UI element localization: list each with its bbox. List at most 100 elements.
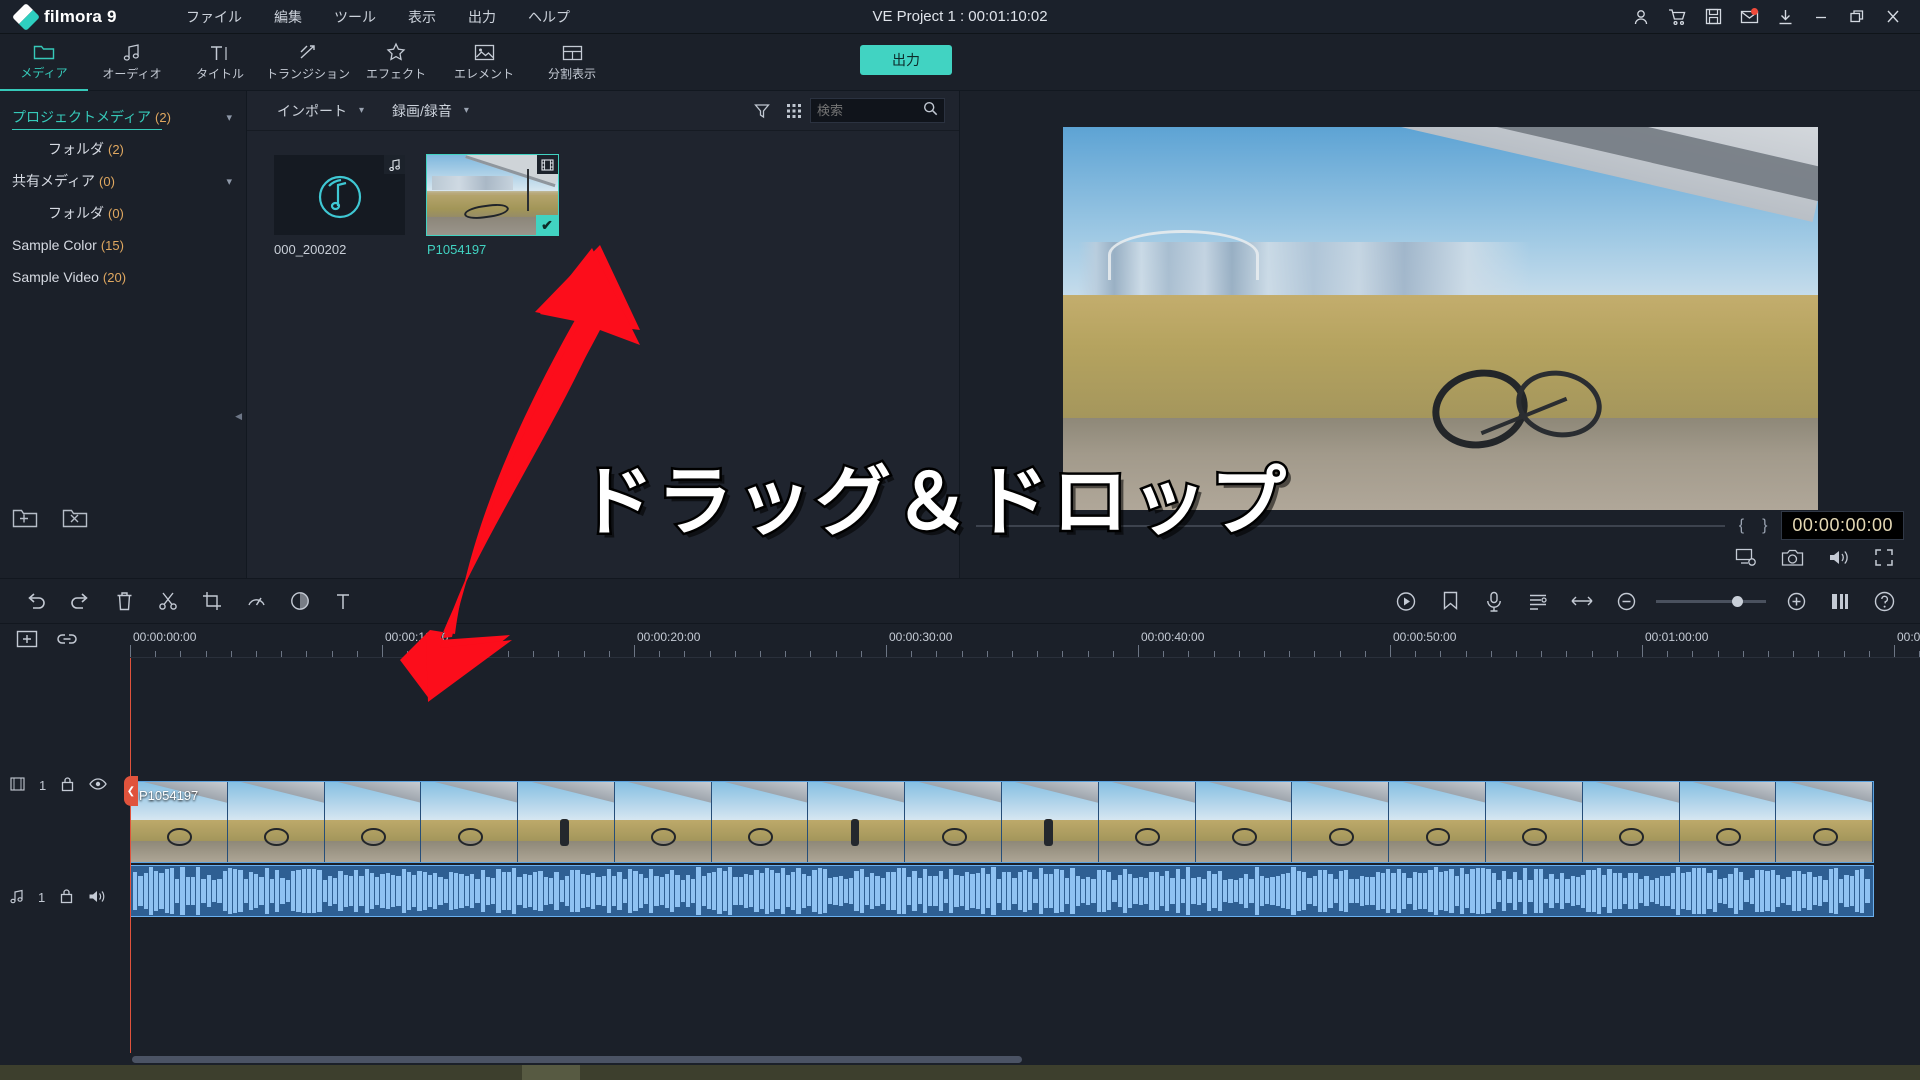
speed-icon[interactable]: [234, 578, 278, 624]
menu-view[interactable]: 表示: [392, 0, 452, 34]
chrome-icon[interactable]: [116, 1065, 174, 1080]
delete-icon[interactable]: [102, 578, 146, 624]
tab-transition[interactable]: トランジション: [264, 34, 352, 91]
sidebar-item-sample-video[interactable]: Sample Video (20): [0, 261, 246, 293]
display-settings-icon[interactable]: [1735, 547, 1757, 572]
file-explorer-icon[interactable]: [58, 1065, 116, 1080]
premiere-icon[interactable]: Pr: [290, 1065, 348, 1080]
undo-icon[interactable]: [14, 578, 58, 624]
sidebar-item-shared-media[interactable]: 共有メディア (0) ▾: [0, 165, 246, 197]
new-folder-icon[interactable]: [12, 507, 38, 534]
media-thumbnail[interactable]: [274, 155, 405, 235]
preview-video[interactable]: [1062, 127, 1818, 510]
preview-timecode[interactable]: 00:00:00:00: [1781, 511, 1904, 541]
zoom-out-icon[interactable]: [1604, 578, 1648, 624]
save-icon[interactable]: [1696, 0, 1730, 34]
split-scissors-icon[interactable]: [146, 578, 190, 624]
search-icon[interactable]: [923, 101, 938, 121]
snapshot-camera-icon[interactable]: [1781, 548, 1804, 572]
cart-icon[interactable]: [1660, 0, 1694, 34]
video-clip[interactable]: P1054197: [130, 781, 1874, 863]
zoom-in-icon[interactable]: [1774, 578, 1818, 624]
audio-clip[interactable]: [130, 865, 1874, 917]
chevron-down-icon[interactable]: ▾: [359, 105, 364, 116]
link-icon[interactable]: [56, 630, 78, 653]
crop-icon[interactable]: [190, 578, 234, 624]
timeline-scrollbar[interactable]: [0, 1053, 1920, 1065]
menu-export[interactable]: 出力: [452, 0, 512, 34]
audio-mixer-icon[interactable]: [1516, 578, 1560, 624]
steam-icon[interactable]: [464, 1065, 522, 1080]
zoom-slider-handle[interactable]: [1732, 595, 1743, 607]
sidebar-item-sample-color[interactable]: Sample Color (15): [0, 229, 246, 261]
filmora-icon[interactable]: [522, 1065, 580, 1080]
export-button[interactable]: 出力: [860, 45, 952, 75]
chevron-down-icon[interactable]: ▾: [464, 105, 469, 116]
menu-help[interactable]: ヘルプ: [512, 0, 586, 34]
redo-icon[interactable]: [58, 578, 102, 624]
play-marker-icon[interactable]: [1384, 578, 1428, 624]
volume-icon[interactable]: [1828, 548, 1850, 572]
photoshop-icon[interactable]: Ps: [232, 1065, 290, 1080]
account-icon[interactable]: [1624, 0, 1658, 34]
media-item-audio[interactable]: 000_200202: [274, 155, 405, 257]
restore-icon[interactable]: [1840, 0, 1874, 34]
tab-split-screen[interactable]: 分割表示: [528, 34, 616, 91]
filter-funnel-icon[interactable]: [746, 97, 778, 125]
add-track-icon[interactable]: [16, 629, 38, 654]
waveform-bar: [448, 872, 454, 910]
voiceover-mic-icon[interactable]: [1472, 578, 1516, 624]
menu-file[interactable]: ファイル: [170, 0, 258, 34]
tab-element[interactable]: エレメント: [440, 34, 528, 91]
lock-icon[interactable]: [59, 888, 74, 907]
menu-edit[interactable]: 編集: [258, 0, 318, 34]
delete-folder-icon[interactable]: [62, 507, 88, 534]
playhead[interactable]: [130, 658, 131, 1053]
mail-icon[interactable]: [1732, 0, 1766, 34]
tab-title[interactable]: タイトル: [176, 34, 264, 91]
sidebar-item-folder-project[interactable]: フォルダ (2): [0, 133, 246, 165]
eye-icon[interactable]: [89, 777, 107, 794]
tab-media[interactable]: メディア: [0, 34, 88, 91]
mark-in-icon[interactable]: {: [1735, 517, 1748, 535]
search-box[interactable]: [810, 98, 945, 123]
text-icon[interactable]: [322, 578, 366, 624]
fit-timeline-icon[interactable]: [1560, 578, 1604, 624]
windows-start-icon[interactable]: [0, 1065, 58, 1080]
tab-effect[interactable]: エフェクト: [352, 34, 440, 91]
chevron-down-icon[interactable]: ▾: [226, 111, 232, 124]
render-preview-icon[interactable]: [1818, 578, 1862, 624]
chevron-down-icon[interactable]: ▾: [226, 175, 232, 188]
color-icon[interactable]: [278, 578, 322, 624]
search-input[interactable]: [817, 103, 919, 118]
nvidia-icon[interactable]: [348, 1065, 406, 1080]
timeline-scrollbar-thumb[interactable]: [132, 1056, 1022, 1063]
sidebar-item-project-media[interactable]: プロジェクトメディア (2) ▾: [0, 101, 246, 133]
clip-trim-handle-left[interactable]: ❮: [124, 776, 138, 806]
timeline-zoom-slider[interactable]: [1656, 595, 1766, 607]
marker-icon[interactable]: [1428, 578, 1472, 624]
minimize-icon[interactable]: [1804, 0, 1838, 34]
media-thumbnail[interactable]: ✔: [426, 154, 559, 236]
fullscreen-icon[interactable]: [1874, 548, 1894, 572]
import-button[interactable]: インポート ▾: [263, 97, 378, 125]
preview-scrubber[interactable]: { } 00:00:00:00: [960, 510, 1920, 542]
record-button[interactable]: 録画/録音 ▾: [378, 97, 483, 125]
calculator-icon[interactable]: [406, 1065, 464, 1080]
mark-out-icon[interactable]: }: [1758, 517, 1771, 535]
sidebar-item-folder-shared[interactable]: フォルダ (0): [0, 197, 246, 229]
help-icon[interactable]: [1862, 578, 1906, 624]
menu-tools[interactable]: ツール: [318, 0, 392, 34]
waveform-bar: [1170, 878, 1175, 904]
collapse-left-icon[interactable]: ◀: [235, 411, 242, 422]
scrub-track[interactable]: [976, 524, 1725, 527]
download-icon[interactable]: [1768, 0, 1802, 34]
speaker-icon[interactable]: [88, 889, 107, 907]
illustrator-icon[interactable]: Ai: [174, 1065, 232, 1080]
close-icon[interactable]: [1876, 0, 1910, 34]
media-item-video[interactable]: ✔ P1054197: [426, 154, 559, 257]
tab-audio[interactable]: オーディオ: [88, 34, 176, 91]
lock-icon[interactable]: [60, 776, 75, 795]
timeline-ruler[interactable]: 00:00:00:00 00:00:10:00 00:00:20:00 00:00:3…: [130, 624, 1920, 658]
grid-view-icon[interactable]: [778, 97, 810, 125]
